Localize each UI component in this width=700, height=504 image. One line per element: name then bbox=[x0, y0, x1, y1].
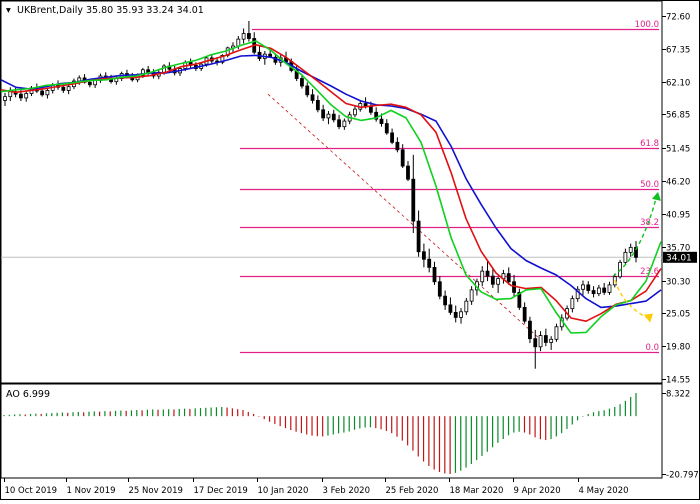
chart-canvas: 100.061.850.038.223.60.0 72.6067.3562.10… bbox=[0, 0, 700, 500]
candle-body bbox=[480, 270, 485, 283]
candle-body bbox=[40, 90, 45, 96]
candle-body bbox=[427, 258, 432, 268]
candle-body bbox=[241, 33, 246, 40]
ao-title: AO 6.999 bbox=[6, 389, 50, 400]
fib-level-label: 0.0 bbox=[645, 343, 659, 353]
candle-body bbox=[464, 300, 469, 313]
price-tick-label: 51.45 bbox=[666, 145, 690, 155]
time-tick-label: 10 Oct 2019 bbox=[5, 486, 58, 496]
candle-body bbox=[326, 113, 331, 119]
candle-body bbox=[305, 85, 310, 96]
price-tick-label: 62.10 bbox=[666, 79, 690, 89]
candle-body bbox=[533, 338, 538, 348]
ohlc-label: 35.80 35.93 33.24 34.01 bbox=[86, 5, 204, 16]
price-tick-label: 67.35 bbox=[666, 46, 690, 56]
candle-body bbox=[395, 141, 400, 151]
fib-level-label: 61.8 bbox=[640, 139, 659, 149]
candle-body bbox=[549, 338, 554, 343]
candle-body bbox=[337, 119, 341, 128]
candle-body bbox=[506, 273, 511, 283]
time-tick-label: 17 Dec 2019 bbox=[194, 486, 248, 496]
candle-body bbox=[528, 320, 532, 340]
price-tick-label: 25.05 bbox=[666, 310, 690, 320]
candle-body bbox=[469, 289, 474, 302]
chart-window: 100.0 61.8 50.0 38.2 23.6 0.0 72.60 67.35 62.10… bbox=[0, 0, 700, 500]
ao-tick-label: 8.322 bbox=[666, 390, 690, 400]
candle-body bbox=[416, 220, 421, 253]
price-tag-text: 34.01 bbox=[666, 253, 692, 263]
time-tick-label: 4 May 2020 bbox=[579, 486, 629, 496]
candle-body bbox=[538, 335, 543, 348]
price-tick-label: 46.20 bbox=[666, 178, 690, 188]
time-tick-label: 10 Jan 2020 bbox=[258, 486, 309, 496]
symbol-label: UKBrent,Daily bbox=[17, 5, 83, 16]
fib-level-label: 100.0 bbox=[635, 20, 659, 30]
candle-body bbox=[628, 246, 633, 253]
time-tick-label: 25 Feb 2020 bbox=[386, 486, 439, 496]
candle-body bbox=[581, 284, 585, 290]
candle-body bbox=[411, 178, 416, 222]
candle-body bbox=[353, 108, 357, 116]
fib-level-label: 50.0 bbox=[640, 180, 659, 190]
candle-body bbox=[586, 284, 591, 291]
candle-body bbox=[315, 100, 320, 111]
time-tick-label: 9 Apr 2020 bbox=[514, 486, 561, 496]
price-tick-label: 14.55 bbox=[666, 376, 690, 386]
price-tick-label: 72.60 bbox=[666, 13, 690, 23]
time-tick-label: 1 Nov 2019 bbox=[67, 486, 116, 496]
candle-body bbox=[19, 93, 23, 99]
candle-body bbox=[421, 251, 426, 260]
candle-body bbox=[61, 86, 66, 91]
price-tick-label: 30.30 bbox=[666, 278, 690, 288]
candle-body bbox=[437, 281, 442, 297]
candle-body bbox=[300, 78, 304, 87]
candle-body bbox=[247, 33, 251, 39]
time-tick-label: 25 Nov 2019 bbox=[129, 486, 183, 496]
candle-body bbox=[390, 132, 394, 143]
candle-body bbox=[490, 275, 495, 285]
candle-body bbox=[596, 287, 601, 295]
candle-body bbox=[554, 326, 559, 340]
candle-body bbox=[342, 120, 347, 128]
fib-level-label: 38.2 bbox=[640, 218, 659, 228]
candle-body bbox=[384, 123, 389, 134]
candle-body bbox=[607, 284, 612, 293]
candle-body bbox=[432, 266, 437, 283]
candle-body bbox=[443, 295, 448, 306]
candle-body bbox=[45, 90, 50, 96]
candle-body bbox=[368, 106, 373, 113]
candle-body bbox=[485, 270, 490, 277]
candle-body bbox=[496, 278, 501, 285]
price-tick-label: 56.85 bbox=[666, 111, 690, 121]
candle-body bbox=[146, 69, 151, 73]
candle-body bbox=[379, 118, 384, 124]
candle-body bbox=[310, 94, 315, 101]
candle-body bbox=[400, 149, 405, 167]
candle-body bbox=[321, 109, 326, 119]
candle-body bbox=[459, 311, 463, 318]
candle-body bbox=[406, 165, 410, 180]
candle-body bbox=[570, 298, 575, 310]
candle-body bbox=[66, 86, 71, 91]
candle-body bbox=[522, 307, 527, 322]
candle-body bbox=[602, 287, 607, 293]
time-tick-label: 18 Mar 2020 bbox=[450, 486, 504, 496]
ao-tick-label: -20.797 bbox=[666, 471, 699, 481]
candle-body bbox=[623, 251, 628, 263]
candle-body bbox=[448, 304, 453, 313]
candle-body bbox=[453, 312, 458, 318]
candle-body bbox=[543, 335, 548, 343]
symbol-triangle-icon: ▾ bbox=[6, 5, 11, 16]
candle-body bbox=[8, 91, 13, 98]
candle-body bbox=[331, 113, 336, 121]
candle-body bbox=[591, 290, 596, 295]
candle-body bbox=[87, 81, 92, 86]
price-tick-label: 19.80 bbox=[666, 343, 690, 353]
candle-body bbox=[236, 38, 241, 47]
candle-body bbox=[24, 93, 29, 99]
time-tick-label: 3 Feb 2020 bbox=[323, 486, 371, 496]
price-tick-label: 40.95 bbox=[666, 211, 690, 221]
candle-body bbox=[3, 96, 7, 101]
candle-body bbox=[77, 77, 82, 82]
